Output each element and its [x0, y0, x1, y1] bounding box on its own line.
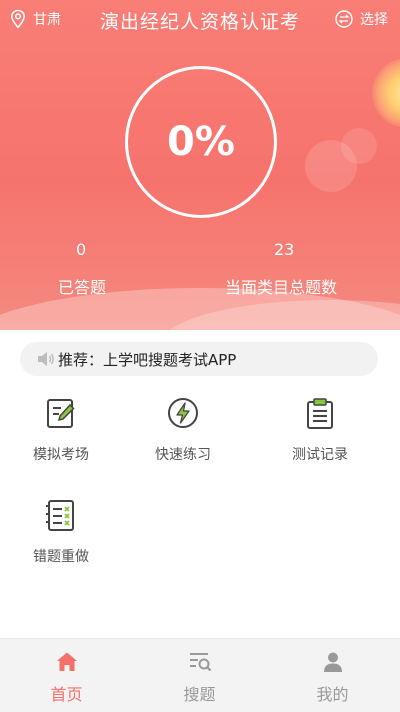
sun-decoration — [372, 58, 400, 128]
test-record-label: 测试记录 — [292, 447, 348, 463]
top-bar: 甘肃 演出经纪人资格认证考 选择 — [0, 0, 400, 40]
speaker-icon — [38, 352, 54, 366]
total-count: 23 — [274, 240, 295, 259]
user-icon — [323, 652, 342, 672]
mock-exam-label: 模拟考场 — [33, 447, 89, 463]
tab-search[interactable]: 搜题 — [133, 639, 266, 712]
edit-icon — [47, 399, 75, 428]
select-label: 选择 — [360, 12, 388, 28]
home-icon — [56, 652, 77, 671]
quick-practice-button[interactable]: 快速练习 — [133, 396, 233, 464]
lightning-icon — [168, 398, 198, 428]
test-record-button[interactable]: 测试记录 — [270, 396, 370, 464]
wrong-question-redo-label: 错题重做 — [33, 549, 89, 565]
mock-exam-button[interactable]: 模拟考场 — [11, 396, 111, 464]
quick-practice-label: 快速练习 — [155, 447, 211, 463]
recommend-banner[interactable]: 推荐：上学吧搜题考试APP — [20, 342, 378, 376]
total-label: 当面类目总题数 — [225, 278, 338, 297]
answered-label: 已答题 — [58, 278, 107, 297]
tab-mine-label: 我的 — [316, 685, 349, 704]
clipboard-icon — [307, 398, 333, 429]
tab-home[interactable]: 首页 — [0, 639, 133, 712]
progress-percent: 0% — [167, 119, 235, 165]
bubble-decoration — [341, 128, 377, 164]
wrong-question-redo-button[interactable]: 错题重做 — [11, 498, 111, 566]
search-list-icon — [189, 653, 211, 672]
answered-count: 0 — [76, 240, 87, 259]
select-button[interactable]: 选择 — [335, 9, 388, 29]
bottom-tab-bar: 首页 搜题 我的 — [0, 638, 400, 712]
hero-banner: 甘肃 演出经纪人资格认证考 选择 0% 0 23 已答题 当面类目总题数 — [0, 0, 400, 330]
tab-home-label: 首页 — [50, 685, 83, 704]
switch-icon — [335, 10, 353, 28]
tab-mine[interactable]: 我的 — [266, 639, 399, 712]
tab-search-label: 搜题 — [183, 685, 216, 704]
recommend-text: 推荐：上学吧搜题考试APP — [58, 350, 237, 369]
checklist-icon — [46, 500, 74, 531]
